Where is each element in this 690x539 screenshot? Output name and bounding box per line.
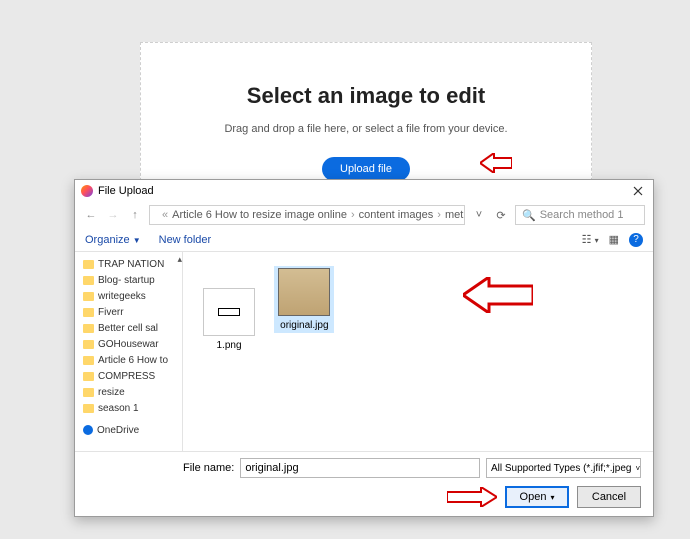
preview-pane-button[interactable]: ▦ xyxy=(609,233,619,246)
tree-item[interactable]: Article 6 How to xyxy=(75,352,182,368)
file-preview-icon xyxy=(203,288,255,336)
breadcrumb-bar[interactable]: « Article 6 How to resize image online ›… xyxy=(149,205,465,225)
tree-item[interactable]: GOHousewar xyxy=(75,336,182,352)
search-input[interactable]: 🔍 Search method 1 xyxy=(515,205,645,225)
view-mode-button[interactable]: ☷ ▾ xyxy=(582,233,599,246)
dialog-toolbar: Organize ▼ New folder ☷ ▾ ▦ ? xyxy=(75,228,653,252)
cancel-button[interactable]: Cancel xyxy=(577,486,641,508)
tree-item[interactable]: resize xyxy=(75,384,182,400)
refresh-button[interactable]: ⟳ xyxy=(493,209,509,222)
tree-item[interactable]: Blog- startup xyxy=(75,272,182,288)
breadcrumb-segment[interactable]: content images xyxy=(359,209,434,221)
tree-item[interactable]: writegeeks xyxy=(75,288,182,304)
file-preview-icon xyxy=(278,268,330,316)
nav-forward-button[interactable]: → xyxy=(105,209,121,221)
breadcrumb-dropdown[interactable]: ˅ xyxy=(471,209,487,221)
filename-label: File name: xyxy=(183,462,234,474)
tree-item[interactable]: Better cell sal xyxy=(75,320,182,336)
dialog-titlebar: File Upload xyxy=(75,180,653,202)
search-placeholder: Search method 1 xyxy=(540,209,624,221)
search-icon: 🔍 xyxy=(522,209,536,222)
tree-item-onedrive[interactable]: OneDrive xyxy=(75,422,182,438)
file-type-filter[interactable]: All Supported Types (*.jfif;*.jpeg˅ xyxy=(486,458,641,478)
breadcrumb-segment[interactable]: Article 6 How to resize image online xyxy=(172,209,347,221)
annotation-arrow-icon xyxy=(447,487,497,507)
file-list-pane[interactable]: 1.png original.jpg xyxy=(183,252,653,451)
file-thumb[interactable]: 1.png xyxy=(203,288,255,351)
help-button[interactable]: ? xyxy=(629,233,643,247)
dialog-footer: File name: All Supported Types (*.jfif;*… xyxy=(75,451,653,516)
tree-item[interactable]: season 1 xyxy=(75,400,182,416)
upload-file-button[interactable]: Upload file xyxy=(322,157,410,181)
page-title: Select an image to edit xyxy=(141,83,591,109)
close-icon xyxy=(633,186,643,196)
page-subtitle: Drag and drop a file here, or select a f… xyxy=(141,123,591,135)
tree-item[interactable]: Fiverr xyxy=(75,304,182,320)
filename-input[interactable] xyxy=(240,458,480,478)
nav-back-button[interactable]: ← xyxy=(83,209,99,221)
file-name-label: original.jpg xyxy=(280,320,328,331)
dialog-navbar: ← → ↑ « Article 6 How to resize image on… xyxy=(75,202,653,228)
file-thumb-selected[interactable]: original.jpg xyxy=(274,266,334,333)
tree-item[interactable]: COMPRESS xyxy=(75,368,182,384)
dialog-title: File Upload xyxy=(98,185,154,197)
firefox-icon xyxy=(81,185,93,197)
folder-tree: TRAP NATION Blog- startup writegeeks Fiv… xyxy=(75,252,183,451)
close-button[interactable] xyxy=(629,182,647,200)
tree-item[interactable]: TRAP NATION xyxy=(75,256,182,272)
new-folder-button[interactable]: New folder xyxy=(159,234,212,246)
breadcrumb-segment[interactable]: method 1 xyxy=(445,209,465,221)
open-button[interactable]: Open▾ xyxy=(505,486,569,508)
file-upload-dialog: File Upload ← → ↑ « Article 6 How to res… xyxy=(74,179,654,517)
file-name-label: 1.png xyxy=(216,340,241,351)
organize-menu[interactable]: Organize ▼ xyxy=(85,234,141,246)
annotation-arrow-icon xyxy=(463,277,533,313)
tree-item-thispc[interactable]: This PC xyxy=(75,444,182,447)
nav-up-button[interactable]: ↑ xyxy=(127,209,143,221)
tree-scroll-up[interactable]: ▴ xyxy=(177,254,182,265)
